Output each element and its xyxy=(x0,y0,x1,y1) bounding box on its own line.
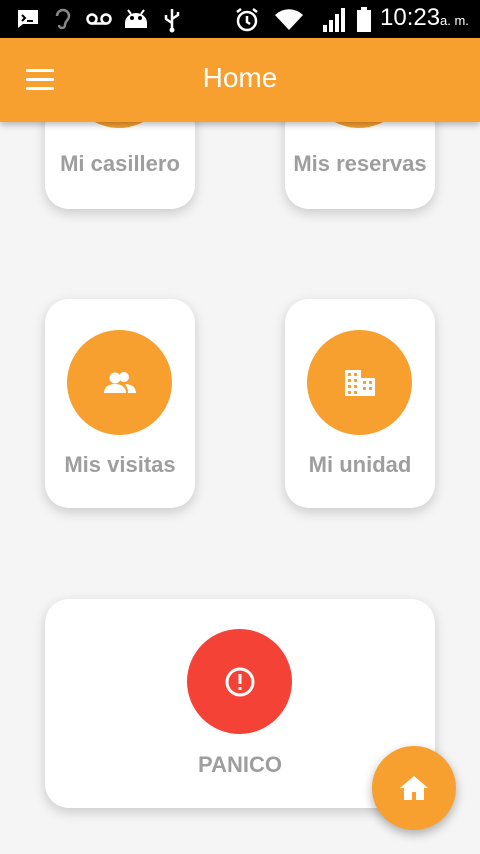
page-title: Home xyxy=(202,62,278,93)
voicemail-icon xyxy=(86,13,112,25)
card-mis-visitas[interactable]: Mis visitas xyxy=(45,299,195,508)
home-icon xyxy=(400,776,428,800)
card-mis-reservas[interactable]: Mis reservas xyxy=(285,122,435,209)
calendar-icon xyxy=(307,122,411,128)
app-bar: Home xyxy=(0,38,480,122)
card-mi-casillero[interactable]: Mi casillero xyxy=(45,122,195,209)
battery-icon xyxy=(357,7,371,32)
home-fab-button[interactable] xyxy=(372,746,456,830)
status-bar: 10:23 a. m. xyxy=(0,0,480,38)
people-icon xyxy=(67,330,172,435)
card-label: Mi casillero xyxy=(60,151,180,176)
card-mi-unidad[interactable]: Mi unidad xyxy=(285,299,435,508)
building-icon xyxy=(307,330,412,435)
usb-icon xyxy=(164,9,180,33)
status-time: 10:23 xyxy=(380,4,441,31)
home-grid: Mi casillero Mis reservas Mis visitas Mi… xyxy=(0,122,480,854)
card-label: Mis reservas xyxy=(293,151,427,176)
wifi-icon xyxy=(275,9,303,30)
alarm-icon xyxy=(236,8,258,32)
hearing-icon xyxy=(55,8,71,30)
signal-icon xyxy=(323,8,345,32)
status-ampm: a. m. xyxy=(440,13,469,28)
android-icon xyxy=(125,9,147,28)
card-label: Mi unidad xyxy=(308,452,412,477)
locker-icon xyxy=(67,122,171,128)
card-label: Mis visitas xyxy=(64,452,176,477)
alert-icon xyxy=(187,629,292,734)
message-icon xyxy=(18,10,38,28)
